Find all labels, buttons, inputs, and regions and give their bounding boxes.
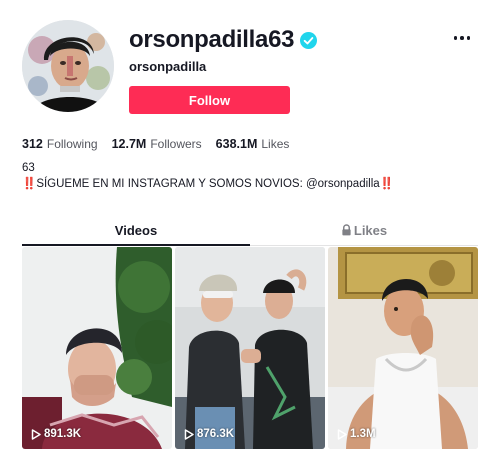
nickname: orsonpadilla — [129, 59, 207, 74]
username-row: orsonpadilla63 — [129, 26, 318, 54]
video-card-2[interactable]: 876.3K — [175, 247, 325, 449]
video-views-1: 891.3K — [31, 428, 81, 440]
profile-bio: 63 ‼️SÍGUEME EN MI INSTAGRAM Y SOMOS NOV… — [22, 160, 394, 192]
video-views-count-2: 876.3K — [197, 428, 235, 440]
lock-icon — [342, 224, 351, 236]
profile-stats: 312 Following 12.7M Followers 638.1M Lik… — [22, 137, 303, 151]
username: orsonpadilla63 — [129, 26, 295, 53]
video-views-count-1: 891.3K — [44, 428, 82, 440]
tab-likes-label: Likes — [353, 223, 388, 238]
play-icon — [31, 428, 41, 440]
video-views-3: 1.3M — [337, 428, 376, 440]
tab-videos-label: Videos — [114, 223, 158, 238]
video-card-3[interactable]: 1.3M — [328, 247, 478, 449]
profile-tabs: Videos Likes — [22, 219, 478, 246]
video-thumbnail-3 — [328, 247, 478, 449]
ellipsis-icon — [466, 36, 471, 40]
stat-followers[interactable]: 12.7M Followers — [112, 137, 202, 151]
video-grid: 891.3K 876.3K 1.3M — [22, 247, 478, 449]
video-views-count-3: 1.3M — [350, 428, 376, 440]
stat-following[interactable]: 312 Following — [22, 137, 98, 151]
ellipsis-icon — [453, 36, 458, 40]
avatar-image — [22, 20, 114, 112]
more-options-button[interactable] — [450, 30, 474, 46]
tab-likes[interactable]: Likes — [250, 219, 478, 245]
ellipsis-icon — [460, 36, 464, 40]
stat-likes: 638.1M Likes — [216, 137, 290, 151]
tab-videos[interactable]: Videos — [22, 219, 250, 246]
bio-line-1: 63 — [22, 162, 35, 174]
likes-count: 638.1M — [215, 137, 258, 151]
play-icon — [184, 428, 194, 440]
followers-count: 12.7M — [111, 137, 147, 151]
video-thumbnail-1 — [22, 247, 172, 449]
follow-button[interactable]: Follow — [129, 86, 290, 114]
video-card-1[interactable]: 891.3K — [22, 247, 172, 449]
following-count: 312 — [22, 137, 43, 151]
bio-line-2: ‼️SÍGUEME EN MI INSTAGRAM Y SOMOS NOVIOS… — [22, 178, 394, 190]
video-views-2: 876.3K — [184, 428, 234, 440]
video-thumbnail-2 — [175, 247, 325, 449]
following-label: Following — [46, 137, 98, 151]
followers-label: Followers — [150, 137, 202, 151]
likes-label: Likes — [261, 137, 290, 151]
profile-avatar[interactable] — [22, 20, 114, 112]
play-icon — [337, 428, 347, 440]
verified-badge-icon — [300, 31, 318, 49]
